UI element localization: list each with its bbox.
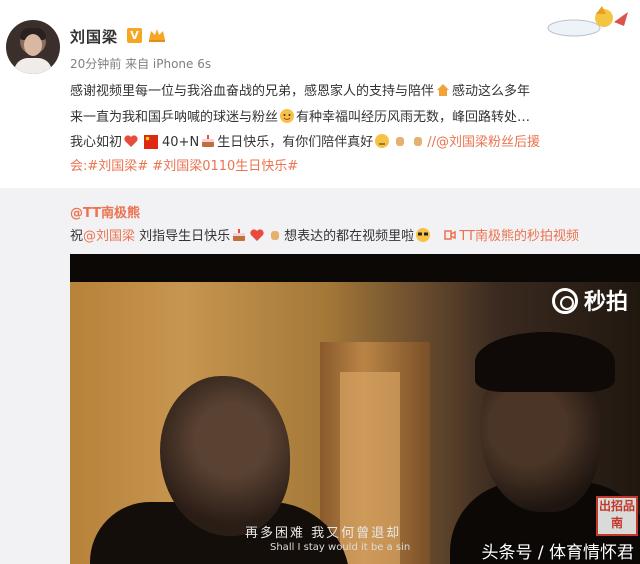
crown-icon [149,29,165,42]
subtitle-english: Shall I stay would it be a sin [270,542,411,553]
video-player[interactable]: 秒拍 再多困难 我又何曾退却 Shall I stay would it be … [70,254,640,564]
fist-icon [396,137,405,146]
emoji-icon [280,109,295,123]
china-flag-icon [144,135,159,149]
repost-text: 刘指导生日快乐 [135,229,231,244]
post-text: 有种幸福叫经历风雨无数，峰回路转处… [296,110,531,125]
decoration-icon [547,6,628,37]
repost-username[interactable]: @TT南极熊 [70,202,140,221]
avatar[interactable] [6,20,60,74]
post-text-line-1: 感谢视频里每一位与我浴血奋战的兄弟，感恩家人的支持与陪伴 感动这么多年 [70,82,640,102]
home-icon [437,84,450,96]
post-text: 40+N [162,135,200,150]
avatar-face [24,34,42,56]
avatar-shirt [14,58,52,74]
post-text: 来一直为我和国乒呐喊的球迷与粉丝 [70,110,279,125]
fist-icon [414,137,423,146]
heart-icon [124,135,138,147]
repost-text-line: 祝@刘国梁 刘指导生日快乐 想表达的都在视频里啦 TT南极熊的秒拍视频 [70,225,579,244]
repost-text: 祝 [70,229,84,244]
video-link[interactable]: TT南极熊的秒拍视频 [459,229,579,244]
subtitle-chinese: 再多困难 我又何曾退却 [245,526,402,541]
sunglasses-icon [416,228,431,242]
repost-card: @TT南极熊 祝@刘国梁 刘指导生日快乐 想表达的都在视频里啦 TT南极熊的秒拍视… [0,190,640,564]
repost-text: 想表达的都在视频里啦 [284,229,415,244]
post-meta: 20分钟前 来自 iPhone 6s [70,57,212,71]
person-right-hair [475,332,615,392]
logo-text: 秒拍 [583,290,628,315]
heart-icon [250,229,264,241]
post-text: 生日快乐，有你们陪伴真好 [217,135,374,150]
hashtag-links[interactable]: 会:#刘国梁# #刘国梁0110生日快乐# [70,157,640,177]
emoji-icon [375,134,390,148]
miaopai-logo: 秒拍 [551,284,628,316]
mention-link[interactable]: @刘国梁 [83,229,135,244]
post-text: 感谢视频里每一位与我浴血奋战的兄弟，感恩家人的支持与陪伴 [70,84,435,99]
fist-icon [271,231,280,240]
username[interactable]: 刘国梁 [70,26,118,47]
stamp-watermark: 出招品南 [596,496,638,536]
weibo-post: 刘国梁 V 20分钟前 来自 iPhone 6s 感谢视频里每一位与我浴血奋战的… [0,0,640,188]
post-text: 我心如初 [70,135,123,150]
video-link-icon [444,230,457,240]
miaopai-logo-icon [551,288,578,314]
verified-badge-icon: V [127,28,142,43]
cake-icon [202,135,215,147]
source-watermark: 头条号 / 体育情怀君 [481,543,634,563]
post-text: 感动这么多年 [452,84,531,99]
cake-icon [233,229,246,241]
post-text-line-3: 我心如初 40+N 生日快乐，有你们陪伴真好 //@刘国梁粉丝后援 [70,133,640,153]
mention-link[interactable]: //@刘国梁粉丝后援 [427,135,540,150]
post-text-line-2: 来一直为我和国乒呐喊的球迷与粉丝 有种幸福叫经历风雨无数，峰回路转处… [70,108,640,128]
